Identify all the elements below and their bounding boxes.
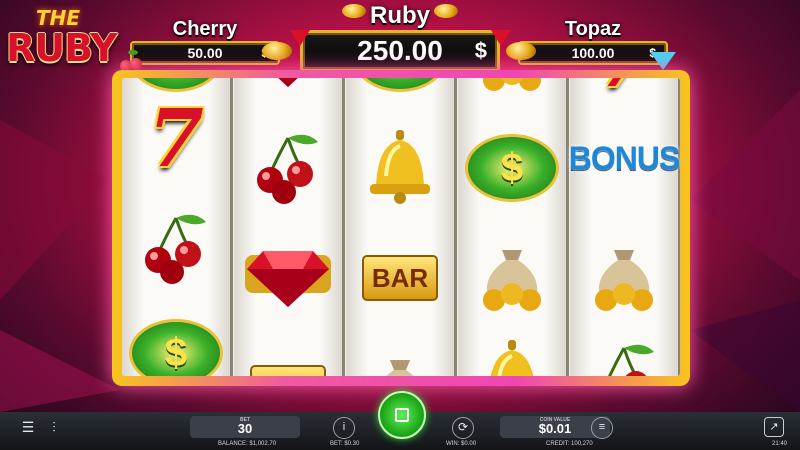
reel-cell: [346, 118, 454, 218]
reel-1: $7$: [122, 78, 233, 376]
balance-label: BALANCE:: [218, 441, 248, 447]
clock: 21:40: [772, 441, 788, 447]
autoplay-icon[interactable]: ⟳: [452, 417, 474, 439]
reel-cell: BAR: [346, 228, 454, 328]
bar-symbol: BAR: [250, 365, 326, 376]
win-label: WIN:: [446, 441, 460, 447]
bell-symbol: [472, 336, 552, 376]
cherry-symbol: [136, 206, 216, 291]
jackpot-cherry: Cherry 50.00 $: [130, 18, 280, 65]
reel-cell: $: [122, 303, 230, 376]
jackpot-ruby: Ruby 250.00 $: [300, 2, 500, 72]
credit-label: CREDIT:: [546, 441, 570, 447]
bet-info-label: BET:: [330, 441, 343, 447]
reel-window: $7$BAR$BAR$7BONUS: [122, 78, 680, 376]
dollar-coin-symbol: $: [465, 134, 559, 202]
bar-symbol: BAR: [362, 255, 438, 301]
jackpot-ruby-value: 250.00: [357, 35, 443, 66]
cherry-symbol: [584, 336, 664, 376]
jackpot-topaz-plate: 100.00 $: [518, 41, 668, 65]
menu-icon[interactable]: ☰: [18, 418, 38, 436]
topaz-gem-icon: [650, 52, 676, 70]
win-value: $0.00: [461, 441, 477, 447]
logo-ruby-text: RUBY: [6, 26, 118, 70]
credit-info: CREDIT: 100,270: [546, 441, 593, 447]
reel-cell: $: [458, 118, 566, 218]
reel-cell: [458, 228, 566, 328]
money-bag-symbol: [472, 236, 552, 321]
cherry-symbol: [248, 126, 328, 211]
reel-cell: [346, 338, 454, 376]
coin-stack-icon[interactable]: ≡: [591, 417, 613, 439]
reel-3: $ BAR: [346, 78, 457, 376]
dollar-coin-symbol: $: [353, 78, 447, 92]
bet-selector[interactable]: BET 30: [190, 416, 300, 438]
money-bag-symbol: [360, 346, 440, 376]
ruby-gem-icon: [290, 30, 310, 46]
stop-icon: [395, 408, 409, 422]
reel-cell: [458, 328, 566, 376]
reel-cell: BAR: [234, 338, 342, 376]
reel-cell: [234, 78, 342, 108]
reel-cell: [234, 228, 342, 328]
dollar-coin-symbol: $: [129, 319, 223, 376]
reel-cell: [122, 198, 230, 298]
reel-cell: [458, 78, 566, 108]
jackpot-cherry-value: 50.00: [187, 45, 223, 61]
seven-symbol: 7: [148, 91, 204, 185]
jackpot-topaz-value: 100.00: [571, 45, 615, 61]
logo-the-text: THE: [35, 6, 81, 30]
reel-cell: 7: [570, 78, 678, 108]
bet-label: BET: [240, 417, 250, 423]
ruby-symbol: [243, 78, 333, 96]
sliders-icon[interactable]: ⫶: [44, 418, 64, 436]
jackpot-topaz: Topaz 100.00 $: [518, 18, 668, 65]
jackpot-topaz-name: Topaz: [564, 18, 622, 40]
reel-cell: BONUS: [568, 108, 680, 208]
seven-symbol: 7: [596, 78, 652, 105]
info-icon[interactable]: i: [333, 417, 355, 439]
reel-cell: [234, 118, 342, 218]
coin-pile: [342, 4, 366, 18]
reel-2: BAR: [234, 78, 345, 376]
game-logo: THE RUBY: [6, 6, 118, 80]
reel-cell: [570, 228, 678, 328]
bonus-symbol: BONUS: [568, 139, 680, 176]
balance-value: $1,002.70: [249, 441, 277, 447]
reel-cell: $: [346, 78, 454, 108]
credit-value: 100,270: [571, 441, 593, 447]
reel-frame: $7$BAR$BAR$7BONUS: [112, 70, 690, 386]
coin-pile: [434, 4, 458, 18]
reel-cell: [570, 328, 678, 376]
jackpot-ruby-plate: 250.00 $: [300, 30, 500, 72]
jackpot-ruby-currency: $: [474, 38, 487, 63]
spin-button[interactable]: [378, 391, 426, 439]
coin-pile: [262, 42, 292, 60]
money-bag-symbol: [584, 236, 664, 321]
jackpot-cherry-plate: 50.00 $: [130, 41, 280, 65]
reel-4: $: [458, 78, 569, 376]
ruby-gem-icon: [491, 30, 511, 46]
money-bag-symbol: [472, 78, 552, 101]
bet-info: BET: $0.30: [330, 441, 359, 447]
reel-5: 7 BONUS: [568, 78, 680, 376]
reel-cell: 7: [122, 88, 230, 188]
ruby-symbol: [243, 241, 333, 316]
balance-info: BALANCE: $1,002.70: [218, 441, 276, 447]
fullscreen-icon[interactable]: ↗: [764, 417, 784, 437]
coin-pile: [506, 42, 536, 60]
jackpot-cherry-name: Cherry: [172, 18, 238, 40]
win-info: WIN: $0.00: [446, 441, 476, 447]
bell-symbol: [360, 126, 440, 211]
bet-info-value: $0.30: [344, 441, 360, 447]
jackpot-ruby-name: Ruby: [370, 2, 430, 29]
